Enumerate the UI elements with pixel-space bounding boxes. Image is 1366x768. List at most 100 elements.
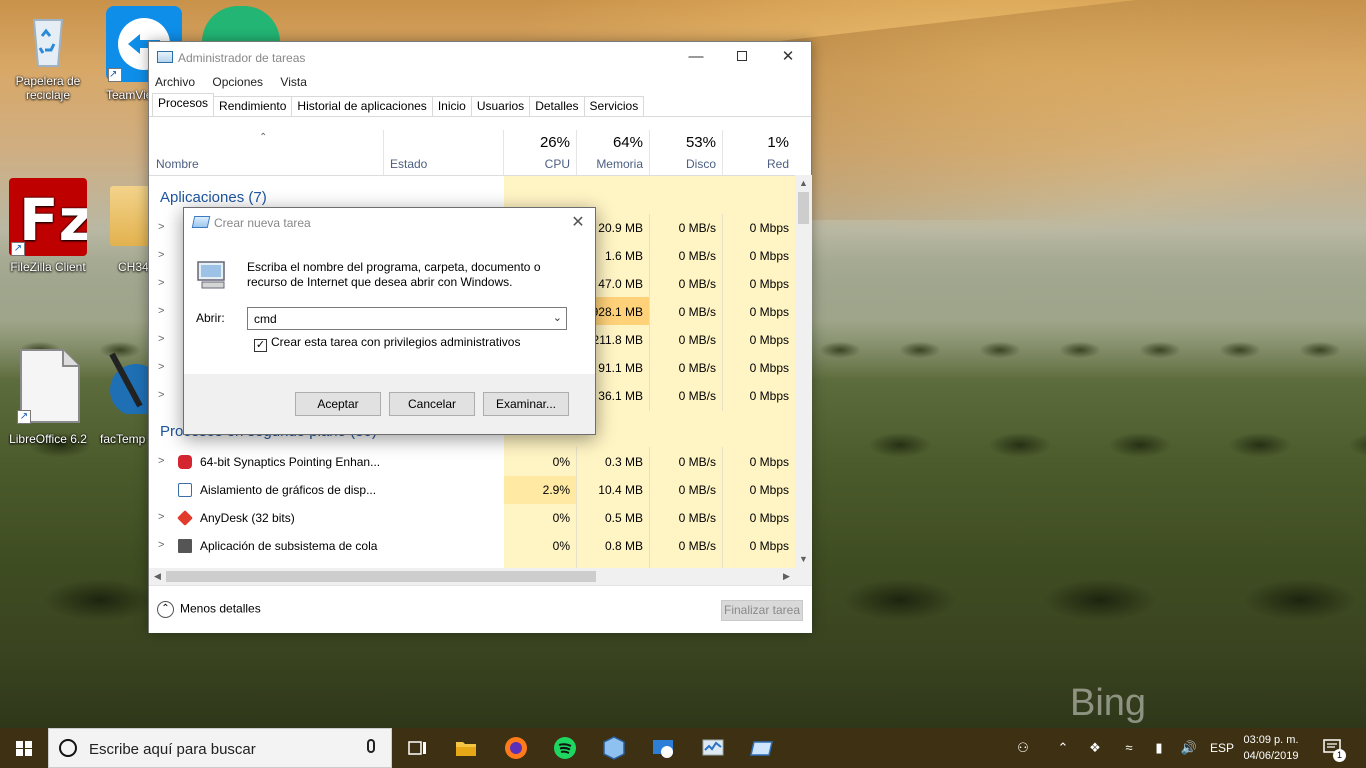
- expand-icon[interactable]: >: [158, 539, 164, 551]
- desktop-icon-filezilla[interactable]: Fz ↗ FileZilla Client: [8, 178, 92, 274]
- expand-icon[interactable]: >: [158, 455, 164, 467]
- spotify-icon[interactable]: [551, 734, 579, 762]
- search-placeholder: Escribe aquí para buscar: [89, 741, 256, 758]
- notification-count: 1: [1333, 749, 1346, 762]
- chevron-up-icon[interactable]: ⌃: [1052, 728, 1074, 768]
- desktop-icon-recycle-bin[interactable]: Papelera de reciclaje: [8, 8, 88, 102]
- search-box[interactable]: Escribe aquí para buscar: [48, 728, 392, 768]
- tab-servicios[interactable]: Servicios: [583, 96, 645, 116]
- virtualbox-icon[interactable]: [600, 734, 628, 762]
- tab-procesos[interactable]: Procesos: [152, 93, 215, 116]
- expand-icon[interactable]: >: [158, 511, 164, 523]
- folder-icon: [110, 186, 150, 246]
- scroll-right-icon[interactable]: ▶: [778, 568, 795, 585]
- cancel-button[interactable]: Cancelar: [389, 392, 475, 416]
- column-name[interactable]: ⌃ Nombre: [149, 130, 384, 175]
- menu-vista[interactable]: Vista: [280, 72, 306, 92]
- task-manager-footer: ⌃ Menos detalles Finalizar tarea: [149, 585, 812, 633]
- desktop-icon-label: Papelera de reciclaje: [15, 74, 81, 102]
- open-input[interactable]: cmd: [254, 312, 277, 326]
- tab-historial[interactable]: Historial de aplicaciones: [291, 96, 433, 116]
- table-row[interactable]: > Aplicación de subsistema de cola 0% 0.…: [149, 532, 795, 560]
- expand-icon[interactable]: >: [158, 389, 164, 401]
- tab-detalles[interactable]: Detalles: [529, 96, 585, 116]
- language-indicator[interactable]: ESP: [1208, 728, 1236, 768]
- horizontal-scrollbar[interactable]: ◀ ▶: [149, 568, 812, 585]
- computer-icon: [196, 260, 228, 289]
- admin-privileges-checkbox[interactable]: ✓ Crear esta tarea con privilegios admini…: [254, 335, 520, 352]
- cpu-value: 0%: [552, 539, 570, 553]
- volume-icon[interactable]: 🔊: [1178, 728, 1200, 768]
- column-status[interactable]: Estado: [384, 130, 504, 175]
- remote-desktop-icon[interactable]: [649, 734, 677, 762]
- dialog-close-button[interactable]: ✕: [561, 208, 595, 238]
- dropbox-icon[interactable]: ❖: [1084, 728, 1106, 768]
- people-icon[interactable]: ⚇: [1010, 728, 1036, 768]
- dialog-titlebar[interactable]: Crear nueva tarea ✕: [184, 208, 595, 238]
- firefox-icon[interactable]: [502, 734, 530, 762]
- fewer-details-button[interactable]: ⌃ Menos detalles: [157, 601, 261, 618]
- shortcut-arrow-icon: ↗: [11, 242, 25, 256]
- open-combobox[interactable]: cmd ⌄: [247, 307, 567, 330]
- action-center-button[interactable]: 1: [1322, 738, 1346, 762]
- desktop-icon-factemp[interactable]: facTemp: [100, 350, 162, 446]
- menu-archivo[interactable]: Archivo: [155, 72, 195, 92]
- column-memory[interactable]: 64% Memoria: [577, 130, 650, 175]
- microphone-icon[interactable]: [367, 739, 375, 753]
- scroll-thumb[interactable]: [798, 192, 809, 224]
- group-applications[interactable]: Aplicaciones (7): [160, 189, 267, 206]
- menu-opciones[interactable]: Opciones: [212, 72, 263, 92]
- process-name: AnyDesk (32 bits): [200, 511, 295, 525]
- scroll-left-icon[interactable]: ◀: [149, 568, 166, 585]
- ok-button[interactable]: Aceptar: [295, 392, 381, 416]
- battery-icon[interactable]: ▮: [1148, 728, 1170, 768]
- vertical-scrollbar[interactable]: ▲ ▼: [795, 175, 812, 568]
- tab-inicio[interactable]: Inicio: [431, 96, 472, 116]
- column-headers: ⌃ Nombre Estado 26% CPU 64% Memoria 53% …: [149, 130, 795, 175]
- column-disk[interactable]: 53% Disco: [650, 130, 723, 175]
- file-explorer-icon[interactable]: [452, 734, 480, 762]
- expand-icon[interactable]: >: [158, 361, 164, 373]
- expand-icon[interactable]: >: [158, 249, 164, 261]
- table-row[interactable]: Aislamiento de gráficos de disp... 2.9% …: [149, 476, 795, 504]
- scroll-up-icon[interactable]: ▲: [795, 175, 812, 192]
- start-button[interactable]: [0, 728, 48, 768]
- minimize-button[interactable]: —: [673, 42, 719, 72]
- cortana-icon: [59, 739, 77, 757]
- task-manager-taskbar-icon[interactable]: [699, 734, 727, 762]
- memory-percent: 64%: [612, 134, 643, 151]
- end-task-button[interactable]: Finalizar tarea: [721, 600, 803, 621]
- tab-rendimiento[interactable]: Rendimiento: [213, 96, 293, 116]
- checkmark-icon[interactable]: ✓: [254, 339, 267, 352]
- dialog-description: Escriba el nombre del programa, carpeta,…: [247, 260, 541, 289]
- expand-icon[interactable]: >: [158, 305, 164, 317]
- disk-value: 0 MB/s: [678, 511, 716, 525]
- desktop-icon-libreoffice[interactable]: ↗ LibreOffice 6.2: [8, 348, 88, 446]
- tab-usuarios[interactable]: Usuarios: [470, 96, 531, 116]
- maximize-button[interactable]: [719, 42, 765, 72]
- clock[interactable]: 03:09 p. m. 04/06/2019: [1238, 732, 1304, 764]
- graphics-isolation-icon: [178, 483, 192, 497]
- scroll-down-icon[interactable]: ▼: [795, 551, 812, 568]
- table-row[interactable]: > 64-bit Synaptics Pointing Enhan... 0% …: [149, 448, 795, 476]
- column-network[interactable]: 1% Red: [723, 130, 795, 175]
- task-manager-titlebar[interactable]: Administrador de tareas — ✕: [149, 42, 811, 72]
- memory-value: 10.4 MB: [598, 483, 643, 497]
- desktop-icon-ch34[interactable]: CH34: [110, 186, 150, 274]
- chevron-down-icon[interactable]: ⌄: [553, 311, 562, 324]
- network-label: Red: [766, 157, 789, 171]
- task-view-icon[interactable]: [403, 734, 431, 762]
- green-app-icon[interactable]: [202, 6, 280, 42]
- process-name: Aislamiento de gráficos de disp...: [200, 483, 377, 497]
- close-button[interactable]: ✕: [765, 42, 811, 72]
- process-name: 64-bit Synaptics Pointing Enhan...: [200, 455, 381, 469]
- browse-button[interactable]: Examinar...: [483, 392, 569, 416]
- scroll-thumb[interactable]: [166, 571, 596, 582]
- expand-icon[interactable]: >: [158, 277, 164, 289]
- wifi-icon[interactable]: ≈: [1118, 728, 1140, 768]
- table-row[interactable]: > AnyDesk (32 bits) 0% 0.5 MB 0 MB/s 0 M…: [149, 504, 795, 532]
- expand-icon[interactable]: >: [158, 333, 164, 345]
- expand-icon[interactable]: >: [158, 221, 164, 233]
- column-cpu[interactable]: 26% CPU: [504, 130, 577, 175]
- run-dialog-taskbar-icon[interactable]: [748, 734, 776, 762]
